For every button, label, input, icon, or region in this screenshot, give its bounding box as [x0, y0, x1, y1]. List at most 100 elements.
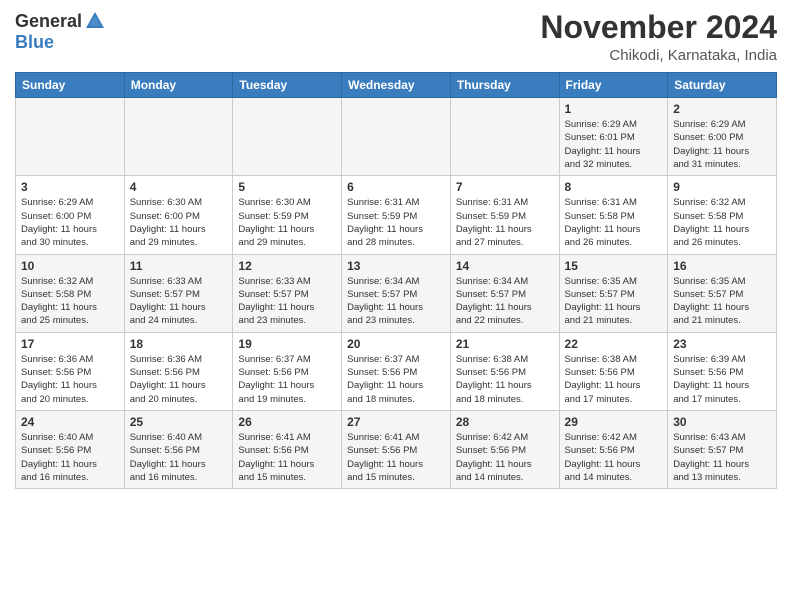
calendar-day-8: 8 Sunrise: 6:31 AM Sunset: 5:58 PM Daylig… — [559, 176, 668, 254]
day-number: 10 — [21, 259, 119, 273]
day-info: Sunrise: 6:29 AM Sunset: 6:01 PM Dayligh… — [565, 118, 663, 171]
day-number: 13 — [347, 259, 445, 273]
calendar-day-17: 17 Sunrise: 6:36 AM Sunset: 5:56 PM Dayli… — [16, 332, 125, 410]
calendar-day-25: 25Sunrise: 6:40 AM Sunset: 5:56 PM Dayli… — [124, 410, 233, 488]
day-info: Sunrise: 6:36 AM Sunset: 5:56 PM Dayligh… — [130, 353, 228, 406]
weekday-header-wednesday: Wednesday — [342, 73, 451, 98]
day-info: Sunrise: 6:33 AM Sunset: 5:57 PM Dayligh… — [238, 275, 336, 328]
calendar-week-5: 24 Sunrise: 6:40 AM Sunset: 5:56 PM Dayli… — [16, 410, 777, 488]
weekday-header-friday: Friday — [559, 73, 668, 98]
day-number: 17 — [21, 337, 119, 351]
empty-cell — [233, 98, 342, 176]
location-subtitle: Chikodi, Karnataka, India — [540, 47, 777, 64]
day-info: Sunrise: 6:40 AM Sunset: 5:56 PM Dayligh… — [21, 431, 119, 484]
calendar-day-19: 19 Sunrise: 6:37 AM Sunset: 5:56 PM Dayli… — [233, 332, 342, 410]
day-info: Sunrise: 6:38 AM Sunset: 5:56 PM Dayligh… — [456, 353, 554, 406]
day-number: 12 — [238, 259, 336, 273]
logo-blue-text: Blue — [15, 32, 54, 53]
calendar-day-24: 24 Sunrise: 6:40 AM Sunset: 5:56 PM Dayli… — [16, 410, 125, 488]
day-number: 19 — [238, 337, 336, 351]
day-info: Sunrise: 6:32 AM Sunset: 5:58 PM Dayligh… — [673, 196, 771, 249]
calendar-day-29: 29Sunrise: 6:42 AM Sunset: 5:56 PM Dayli… — [559, 410, 668, 488]
calendar-week-1: 1 Sunrise: 6:29 AM Sunset: 6:01 PM Daylig… — [16, 98, 777, 176]
calendar: SundayMondayTuesdayWednesdayThursdayFrid… — [15, 72, 777, 489]
calendar-day-3: 3Sunrise: 6:29 AM Sunset: 6:00 PM Daylig… — [16, 176, 125, 254]
day-info: Sunrise: 6:34 AM Sunset: 5:57 PM Dayligh… — [456, 275, 554, 328]
page: General Blue November 2024 Chikodi, Karn… — [0, 0, 792, 612]
day-number: 27 — [347, 415, 445, 429]
day-info: Sunrise: 6:42 AM Sunset: 5:56 PM Dayligh… — [565, 431, 663, 484]
day-number: 24 — [21, 415, 119, 429]
day-info: Sunrise: 6:36 AM Sunset: 5:56 PM Dayligh… — [21, 353, 119, 406]
empty-cell — [16, 98, 125, 176]
day-number: 1 — [565, 102, 663, 116]
day-info: Sunrise: 6:42 AM Sunset: 5:56 PM Dayligh… — [456, 431, 554, 484]
calendar-day-16: 16Sunrise: 6:35 AM Sunset: 5:57 PM Dayli… — [668, 254, 777, 332]
weekday-header-saturday: Saturday — [668, 73, 777, 98]
calendar-day-12: 12 Sunrise: 6:33 AM Sunset: 5:57 PM Dayli… — [233, 254, 342, 332]
calendar-day-1: 1 Sunrise: 6:29 AM Sunset: 6:01 PM Daylig… — [559, 98, 668, 176]
day-number: 9 — [673, 180, 771, 194]
day-info: Sunrise: 6:35 AM Sunset: 5:57 PM Dayligh… — [565, 275, 663, 328]
calendar-day-9: 9 Sunrise: 6:32 AM Sunset: 5:58 PM Daylig… — [668, 176, 777, 254]
calendar-week-2: 3Sunrise: 6:29 AM Sunset: 6:00 PM Daylig… — [16, 176, 777, 254]
empty-cell — [450, 98, 559, 176]
day-info: Sunrise: 6:31 AM Sunset: 5:58 PM Dayligh… — [565, 196, 663, 249]
empty-cell — [124, 98, 233, 176]
logo: General Blue — [15, 10, 106, 53]
day-number: 21 — [456, 337, 554, 351]
calendar-day-15: 15 Sunrise: 6:35 AM Sunset: 5:57 PM Dayli… — [559, 254, 668, 332]
day-number: 30 — [673, 415, 771, 429]
calendar-day-7: 7 Sunrise: 6:31 AM Sunset: 5:59 PM Daylig… — [450, 176, 559, 254]
logo-general-text: General — [15, 11, 82, 32]
day-info: Sunrise: 6:34 AM Sunset: 5:57 PM Dayligh… — [347, 275, 445, 328]
day-number: 15 — [565, 259, 663, 273]
day-number: 18 — [130, 337, 228, 351]
day-number: 14 — [456, 259, 554, 273]
day-info: Sunrise: 6:39 AM Sunset: 5:56 PM Dayligh… — [673, 353, 771, 406]
calendar-day-22: 22Sunrise: 6:38 AM Sunset: 5:56 PM Dayli… — [559, 332, 668, 410]
calendar-day-26: 26Sunrise: 6:41 AM Sunset: 5:56 PM Dayli… — [233, 410, 342, 488]
day-number: 6 — [347, 180, 445, 194]
calendar-day-28: 28 Sunrise: 6:42 AM Sunset: 5:56 PM Dayli… — [450, 410, 559, 488]
day-number: 7 — [456, 180, 554, 194]
day-number: 23 — [673, 337, 771, 351]
calendar-day-23: 23 Sunrise: 6:39 AM Sunset: 5:56 PM Dayli… — [668, 332, 777, 410]
month-title: November 2024 — [540, 10, 777, 45]
calendar-day-13: 13 Sunrise: 6:34 AM Sunset: 5:57 PM Dayli… — [342, 254, 451, 332]
day-info: Sunrise: 6:41 AM Sunset: 5:56 PM Dayligh… — [347, 431, 445, 484]
calendar-day-18: 18 Sunrise: 6:36 AM Sunset: 5:56 PM Dayli… — [124, 332, 233, 410]
weekday-header-sunday: Sunday — [16, 73, 125, 98]
calendar-week-3: 10 Sunrise: 6:32 AM Sunset: 5:58 PM Dayli… — [16, 254, 777, 332]
day-info: Sunrise: 6:43 AM Sunset: 5:57 PM Dayligh… — [673, 431, 771, 484]
day-info: Sunrise: 6:31 AM Sunset: 5:59 PM Dayligh… — [347, 196, 445, 249]
calendar-day-4: 4Sunrise: 6:30 AM Sunset: 6:00 PM Daylig… — [124, 176, 233, 254]
day-number: 11 — [130, 259, 228, 273]
day-number: 22 — [565, 337, 663, 351]
calendar-header-row: SundayMondayTuesdayWednesdayThursdayFrid… — [16, 73, 777, 98]
calendar-day-21: 21 Sunrise: 6:38 AM Sunset: 5:56 PM Dayli… — [450, 332, 559, 410]
header: General Blue November 2024 Chikodi, Karn… — [15, 10, 777, 64]
day-info: Sunrise: 6:29 AM Sunset: 6:00 PM Dayligh… — [673, 118, 771, 171]
day-info: Sunrise: 6:32 AM Sunset: 5:58 PM Dayligh… — [21, 275, 119, 328]
calendar-day-11: 11Sunrise: 6:33 AM Sunset: 5:57 PM Dayli… — [124, 254, 233, 332]
day-number: 8 — [565, 180, 663, 194]
day-number: 5 — [238, 180, 336, 194]
title-area: November 2024 Chikodi, Karnataka, India — [540, 10, 777, 64]
day-info: Sunrise: 6:35 AM Sunset: 5:57 PM Dayligh… — [673, 275, 771, 328]
calendar-day-30: 30 Sunrise: 6:43 AM Sunset: 5:57 PM Dayli… — [668, 410, 777, 488]
calendar-day-6: 6 Sunrise: 6:31 AM Sunset: 5:59 PM Daylig… — [342, 176, 451, 254]
calendar-day-2: 2Sunrise: 6:29 AM Sunset: 6:00 PM Daylig… — [668, 98, 777, 176]
day-number: 3 — [21, 180, 119, 194]
day-number: 28 — [456, 415, 554, 429]
day-info: Sunrise: 6:37 AM Sunset: 5:56 PM Dayligh… — [238, 353, 336, 406]
weekday-header-monday: Monday — [124, 73, 233, 98]
calendar-day-20: 20Sunrise: 6:37 AM Sunset: 5:56 PM Dayli… — [342, 332, 451, 410]
day-info: Sunrise: 6:41 AM Sunset: 5:56 PM Dayligh… — [238, 431, 336, 484]
day-info: Sunrise: 6:40 AM Sunset: 5:56 PM Dayligh… — [130, 431, 228, 484]
day-info: Sunrise: 6:31 AM Sunset: 5:59 PM Dayligh… — [456, 196, 554, 249]
day-info: Sunrise: 6:37 AM Sunset: 5:56 PM Dayligh… — [347, 353, 445, 406]
calendar-week-4: 17 Sunrise: 6:36 AM Sunset: 5:56 PM Dayli… — [16, 332, 777, 410]
calendar-day-10: 10 Sunrise: 6:32 AM Sunset: 5:58 PM Dayli… — [16, 254, 125, 332]
day-info: Sunrise: 6:30 AM Sunset: 5:59 PM Dayligh… — [238, 196, 336, 249]
